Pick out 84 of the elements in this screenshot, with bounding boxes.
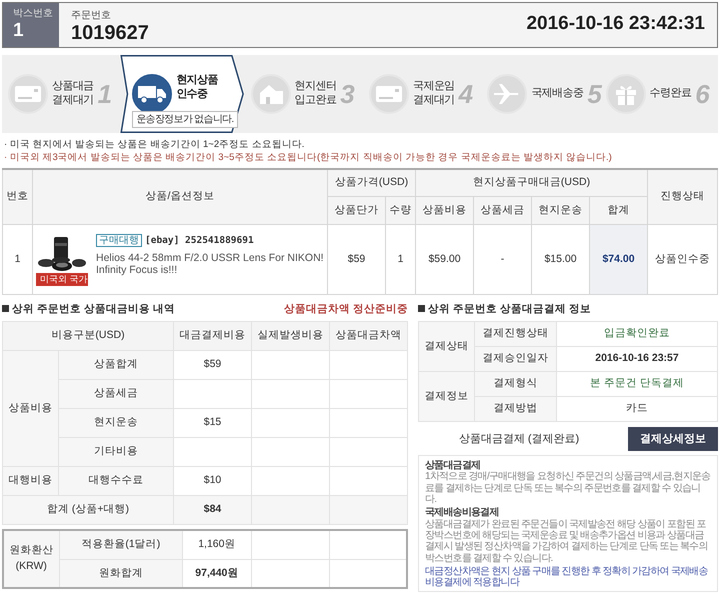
settlement-status: 상품대금차액 정산준비중 [284,302,408,317]
group-label: 상품비용 [2,350,58,467]
step-number: 5 [587,81,602,107]
help-text: 1차적으로 경매/구매대행을 요청하신 주문건의 상품금액,세금,현지운송료를 결제하는 단계로 단독 또는 복수의 주문번호를 결제할 수 있습니다. [425,471,711,506]
product-name[interactable]: Helios 44-2 58mm F/2.0 USSR Lens For NIKON! Infinity Focus is!!! [96,252,324,277]
step-label: 국제운임 결제대기 [412,80,455,108]
notice-text: · 미국 현지에서 발송되는 상품은 배송기간이 1~2주정도 소요됩니다. [4,139,306,152]
step-number: 4 [458,81,474,107]
column-header: 상품세금 [474,196,532,225]
row-label: 대행수수료 [58,466,174,496]
table-cell: 카드 [556,396,718,422]
table-cell: $59 [328,224,386,295]
column-header: 대금결제비용 [174,322,252,351]
card-icon [374,84,403,104]
help-text: 상품대금결제가 완료된 주문건들이 국제발송전 해당 상품이 포함된 포장박스번호에 해당되는 국제운송료 및 배송추가옵션 비용과 상품대금결제시 발생된 정산차액을 가감하여 결제하는 단계로 단독 또는 복수의 박스번호를 결제할 수 있습니다. [425,518,709,564]
row-label: 상품세금 [58,380,174,409]
column-header: 상품비용 [416,196,474,225]
tracking-note: 운송장정보가 없습니다. [132,111,238,128]
progress-step[interactable]: 현지상품 인수중 운송장정보가 없습니다. [120,55,245,133]
step-label: 국제배송중 [531,87,584,101]
table-cell: 입금확인완료 [556,322,718,347]
row-label: 결제방법 [474,396,556,422]
step-number: 1 [98,81,112,107]
truck-icon [137,84,168,104]
table-cell: $15 [174,408,252,438]
box-number-label: 박스번호 [13,7,54,21]
table-cell: 1,160원 [182,530,251,560]
group-label: 결제정보 [418,372,474,422]
row-label: 결제승인일자 [474,346,556,372]
order-number: 1019627 [71,23,149,44]
table-cell: 상품인수중 [648,224,718,295]
step-number: 6 [695,81,710,107]
box-number: 1 [13,21,25,40]
column-header: 상품가격(USD) [328,168,416,197]
details-button[interactable]: 결제상세정보 [628,427,718,452]
column-header: 번호 [2,168,32,225]
group-label: 결제상태 [418,322,474,372]
step-label: 현지센터 입고완료 [294,80,336,108]
table-cell: $59.00 [416,224,474,295]
column-header: 상품대금차액 [330,322,408,351]
origin-tag: 미국외 국가 [36,272,88,286]
help-title: 상품대금결제 [425,460,482,472]
table-cell: 1 [2,224,32,295]
table-cell: 1 [386,224,416,295]
column-header: 비용구분(USD) [2,322,174,351]
column-header: 실제발생비용 [252,322,330,351]
item-id: [ebay] 252541889691 [145,234,254,246]
column-header: 상품/옵션정보 [32,168,328,225]
section-title: 상위 주문번호 상품대금결제 정보 [418,302,591,318]
column-header: 합계 [590,196,648,225]
notice-text: · 미국외 제3국에서 발송되는 상품은 배송기간이 3~5주정도 소요됩니다(한국까지 직배송이 가능한 경우 국제운송료는 발생하지 않습니다.) [4,152,613,165]
table-cell: $84 [174,496,252,525]
row-label: 결제형식 [474,372,556,397]
table-cell: $74.00 [590,224,648,295]
step-label: 상품대금 결제대기 [52,80,94,108]
step-label: 현지상품 인수중 [176,74,218,102]
house-icon [258,83,284,105]
row-label: 적용환율(1달러) [59,530,183,560]
row-label: 결제진행상태 [474,322,556,347]
service-tag: 구매대행 [96,234,142,247]
table-cell: 2016-10-16 23:57 [556,346,718,372]
section-title: 상위 주문번호 상품대금비용 내역 [2,302,175,318]
help-title: 국제배송비용결제 [425,507,500,519]
column-header: 현지상품구매대금(USD) [416,168,648,197]
column-header: 상품단가 [328,196,386,225]
group-label: 대행비용 [2,466,58,496]
column-header: 현지운송 [532,196,590,225]
card-icon [14,84,42,104]
row-label: 원화합계 [59,559,183,588]
row-label: 상품합계 [58,350,174,380]
table-cell: - [474,224,532,295]
order-datetime: 2016-10-16 23:42:31 [526,12,705,36]
column-header: 진행상태 [648,168,718,225]
row-label: 기타비용 [58,438,174,467]
row-label: 현지운송 [58,408,174,438]
order-number-label: 주문번호 [71,9,112,23]
column-header: 수량 [386,196,416,225]
table-cell: 본 주문건 단독결제 [556,372,718,397]
step-label: 수령완료 [650,87,692,101]
group-label: 원화환산 (KRW) [3,530,59,588]
table-cell: $59 [174,350,252,380]
step-number: 3 [340,81,355,107]
help-note: 대금정산차액은 현지 상품 구매를 진행한 후 정확히 가감하여 국제배송비용결제에 적용합니다 [425,566,709,588]
row-label: 합계 (상품+대행) [2,496,174,525]
